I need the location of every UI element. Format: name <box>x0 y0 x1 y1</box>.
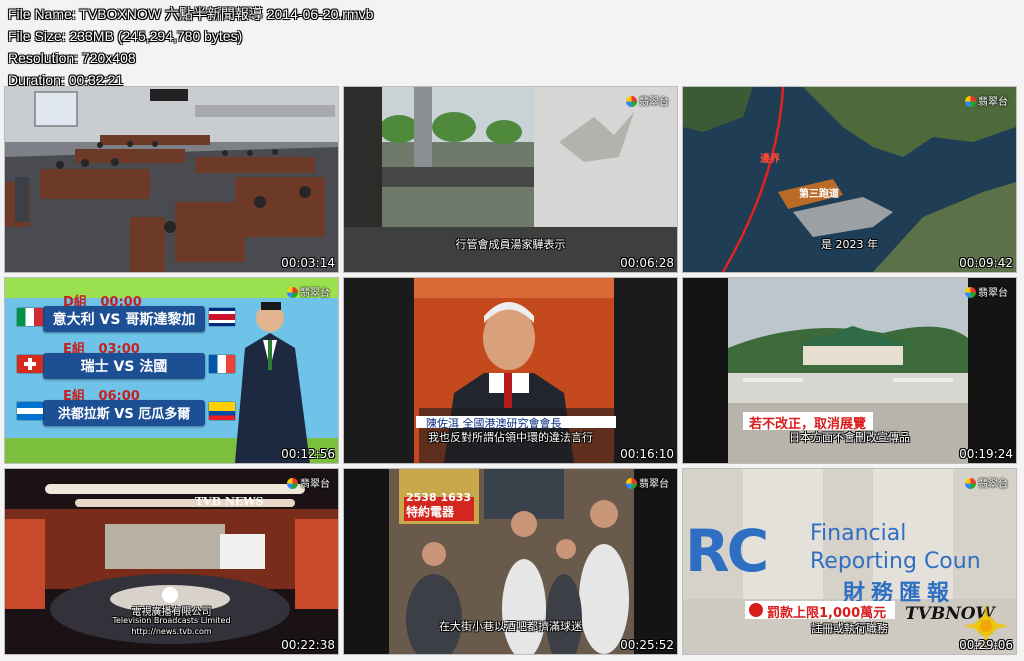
channel-logo: 翡翠台 <box>287 475 330 490</box>
channel-logo: 翡翠台 <box>965 93 1008 108</box>
tvb-logo-icon <box>626 96 637 107</box>
match-3-teams: 洪都拉斯 VS 厄瓜多爾 <box>57 407 191 422</box>
chamber-scene <box>5 87 338 272</box>
subtitle: 行管會成員湯家驊表示 <box>455 238 566 251</box>
thumbnail-6[interactable]: 翡翠台 若不改正，取消展覽 日本方面不會刪改宣傳品 00:19:24 <box>683 278 1016 463</box>
match-3: 洪都拉斯 VS 厄瓜多爾 <box>43 400 205 426</box>
thumbnail-3[interactable]: 翡翠台 第三跑道 邊界 是 2023 年 00:09:42 <box>683 87 1016 272</box>
subtitle: 我也反對所謂佔領中環的違法言行 <box>428 431 593 444</box>
channel-logo: 翡翠台 <box>965 284 1008 299</box>
match-2: 瑞士 VS 法國 <box>43 353 205 379</box>
org-name-en-2: Reporting Coun <box>810 549 981 574</box>
frc-logo-text: RC <box>685 517 769 585</box>
tvb-logo-icon <box>626 478 637 489</box>
match-1-teams: 意大利 VS 哥斯達黎加 <box>52 312 196 328</box>
timestamp: 00:25:52 <box>620 638 674 652</box>
tvb-logo-icon <box>287 287 298 298</box>
hk-emblem-icon <box>749 603 763 617</box>
subtitle: 是 2023 年 <box>821 238 878 251</box>
map-label-runway: 第三跑道 <box>799 189 839 200</box>
building-sub: Television Broadcasts Limited <box>112 616 231 625</box>
tvb-logo-icon <box>965 96 976 107</box>
thumbnail-8[interactable]: 翡翠台 2538 1633 特約電器 在大街小巷以酒吧都擠滿球迷 00:25:5… <box>344 469 677 654</box>
match-1: 意大利 VS 哥斯達黎加 <box>43 306 205 332</box>
channel-logo: 翡翠台 <box>287 284 330 299</box>
timestamp: 00:29:06 <box>959 638 1013 652</box>
costa-rica-flag-icon <box>209 308 235 326</box>
timestamp: 00:19:24 <box>959 447 1013 461</box>
timestamp: 00:22:38 <box>281 638 335 652</box>
thumbnail-9[interactable]: 翡翠台 RC Financial Reporting Coun 財務匯報 罰款上… <box>683 469 1016 654</box>
website-url: http://news.tvb.com <box>131 627 212 636</box>
tvb-logo-icon <box>965 478 976 489</box>
timestamp: 00:09:42 <box>959 256 1013 270</box>
italy-flag-icon <box>17 308 43 326</box>
subtitle: 日本方面不會刪改宣傳品 <box>789 431 910 444</box>
org-name-en-1: Financial <box>810 521 907 546</box>
thumbnail-5[interactable]: 陳佐洱 全國港澳研究會會長 我也反對所謂佔領中環的違法言行 00:16:10 <box>344 278 677 463</box>
honduras-flag-icon <box>17 402 43 420</box>
timestamp: 00:03:14 <box>281 256 335 270</box>
france-flag-icon <box>209 355 235 373</box>
thumbnail-2[interactable]: 翡翠台 行管會成員湯家驊表示 00:06:28 <box>344 87 677 272</box>
timestamp: 00:06:28 <box>620 256 674 270</box>
timestamp: 00:12:56 <box>281 447 335 461</box>
resolution: Resolution: 720x408 <box>8 50 136 66</box>
file-size: File Size: 233MB (245,294,780 bytes) <box>8 28 243 44</box>
thumbnail-7[interactable]: 翡翠台 TVB NEWS 電視廣播有限公司 Television Broadca… <box>5 469 338 654</box>
thumbnail-1[interactable]: 00:03:14 <box>5 87 338 272</box>
channel-logo: 翡翠台 <box>626 475 669 490</box>
timestamp: 00:16:10 <box>620 447 674 461</box>
file-info: File Name: TVBOXNOW 六點半新聞報導 2014-06-20.r… <box>8 3 373 91</box>
match-2-teams: 瑞士 VS 法國 <box>80 359 168 375</box>
tvb-logo-icon <box>965 287 976 298</box>
studio-sign: TVB NEWS <box>195 495 264 508</box>
ecuador-flag-icon <box>209 402 235 420</box>
caption-title: 罰款上限1,000萬元 <box>767 606 887 621</box>
channel-logo: 翡翠台 <box>626 93 669 108</box>
file-name: File Name: TVBOXNOW 六點半新聞報導 2014-06-20.r… <box>8 6 374 22</box>
shop-sign: 特約電器 <box>406 505 455 519</box>
map-label-border: 邊界 <box>760 154 780 165</box>
switzerland-flag-icon <box>17 355 43 373</box>
channel-logo: 翡翠台 <box>965 475 1008 490</box>
subtitle: 在大街小巷以酒吧都擠滿球迷 <box>439 620 582 633</box>
thumbnail-4[interactable]: D組 00:00 意大利 VS 哥斯達黎加 E組 03:00 瑞士 VS 法國 … <box>5 278 338 463</box>
tvb-logo-icon <box>287 478 298 489</box>
